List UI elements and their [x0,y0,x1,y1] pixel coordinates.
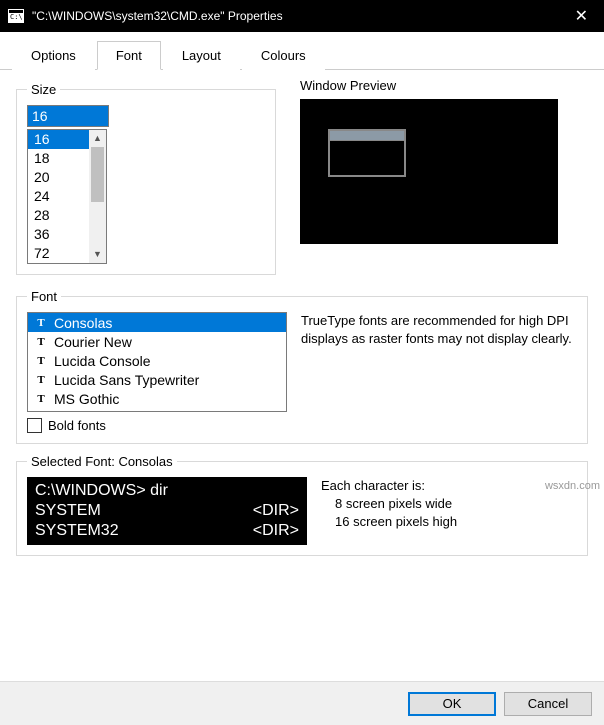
size-legend: Size [27,82,60,97]
font-listbox[interactable]: Ƭ Consolas Ƭ Courier New Ƭ Lucida Console Ƭ… [27,312,287,412]
cancel-button[interactable]: Cancel [504,692,592,716]
char-info-heading: Each character is: [321,477,457,495]
dialog-button-bar: OK Cancel [0,681,604,725]
font-name: Courier New [54,334,132,350]
cmd-icon [8,9,24,23]
font-option[interactable]: Ƭ Lucida Console [28,351,286,370]
font-name: Lucida Console [54,353,151,369]
tab-colours[interactable]: Colours [242,41,325,70]
selected-font-group: Selected Font: Consolas C:\WINDOWS> dir … [16,454,588,556]
window-preview [300,99,558,244]
watermark-text: wsxdn.com [545,480,600,492]
chevron-down-icon[interactable]: ▼ [89,246,106,263]
font-sample: C:\WINDOWS> dir SYSTEM<DIR> SYSTEM32<DIR… [27,477,307,545]
font-name: Consolas [54,315,112,331]
bold-fonts-checkbox[interactable] [27,418,42,433]
window-title: "C:\WINDOWS\system32\CMD.exe" Properties [32,9,283,23]
font-option[interactable]: Ƭ Consolas [28,313,286,332]
chevron-up-icon[interactable]: ▲ [28,408,286,412]
char-height-text: 16 screen pixels high [321,513,457,531]
font-option[interactable]: Ƭ Lucida Sans Typewriter [28,370,286,389]
title-bar: "C:\WINDOWS\system32\CMD.exe" Properties… [0,0,604,32]
font-legend: Font [27,289,61,304]
truetype-icon: Ƭ [34,355,48,367]
truetype-icon: Ƭ [34,374,48,386]
size-scrollbar[interactable]: ▲ ▼ [89,130,106,263]
size-group: Size 16 18 20 24 28 36 72 ▲ ▼ [16,82,276,275]
size-input[interactable] [27,105,109,127]
bold-fonts-label: Bold fonts [48,418,106,433]
tab-font[interactable]: Font [97,41,161,70]
tab-content: Size 16 18 20 24 28 36 72 ▲ ▼ Window Pre… [0,70,604,620]
close-icon[interactable]: ✕ [567,6,596,26]
char-width-text: 8 screen pixels wide [321,495,457,513]
truetype-icon: Ƭ [34,317,48,329]
font-group: Font Ƭ Consolas Ƭ Courier New Ƭ Lucida Cons… [16,289,588,444]
ok-button[interactable]: OK [408,692,496,716]
tab-layout[interactable]: Layout [163,41,240,70]
selected-font-legend: Selected Font: Consolas [27,454,177,469]
tab-strip: Options Font Layout Colours [0,32,604,70]
truetype-icon: Ƭ [34,336,48,348]
sample-line: C:\WINDOWS> dir [35,481,299,501]
font-option[interactable]: Ƭ Courier New [28,332,286,351]
font-scrollbar[interactable]: ▲ ▼ [28,408,286,412]
size-listbox[interactable]: 16 18 20 24 28 36 72 ▲ ▼ [27,129,107,264]
font-name: MS Gothic [54,391,119,407]
scrollbar-thumb[interactable] [91,147,104,202]
sample-line: SYSTEM32<DIR> [35,521,299,541]
preview-mini-window [328,129,406,177]
sample-line: SYSTEM<DIR> [35,501,299,521]
tab-options[interactable]: Options [12,41,95,70]
font-name: Lucida Sans Typewriter [54,372,199,388]
character-info: Each character is: 8 screen pixels wide … [321,477,457,532]
font-option[interactable]: Ƭ MS Gothic [28,389,286,408]
font-hint-text: TrueType fonts are recommended for high … [301,312,577,412]
truetype-icon: Ƭ [34,393,48,405]
preview-label: Window Preview [300,78,588,93]
chevron-up-icon[interactable]: ▲ [89,130,106,147]
